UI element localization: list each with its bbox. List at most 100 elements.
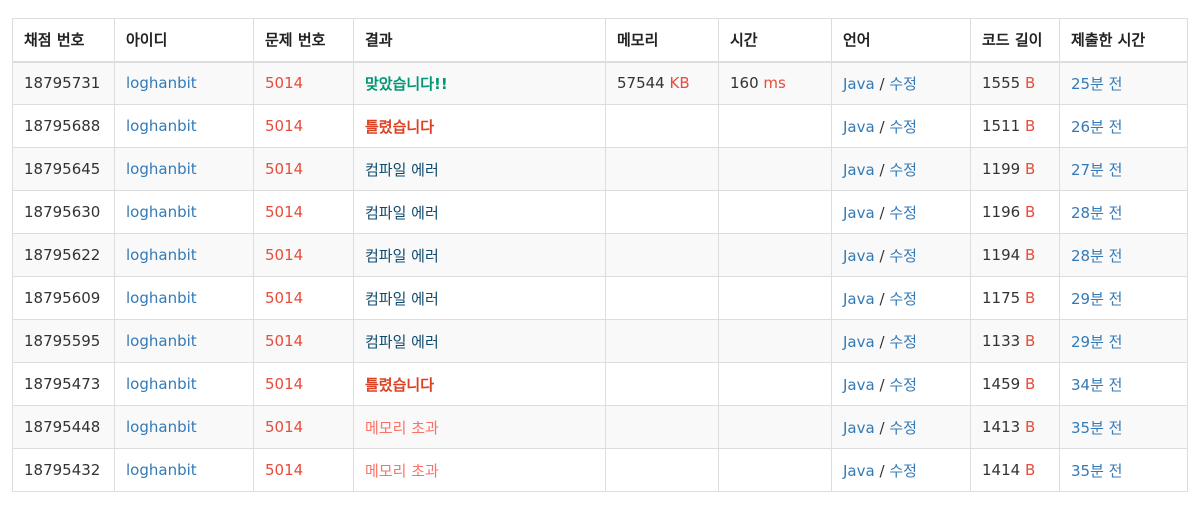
edit-link[interactable]: 수정 bbox=[889, 247, 917, 265]
problem-id-link[interactable]: 5014 bbox=[265, 289, 303, 307]
user-id-link[interactable]: loghanbit bbox=[126, 160, 197, 178]
cell-memory bbox=[605, 319, 719, 363]
user-id-link[interactable]: loghanbit bbox=[126, 246, 197, 264]
edit-link[interactable]: 수정 bbox=[889, 290, 917, 308]
cell-submission-id: 18795688 bbox=[12, 104, 115, 148]
user-id-link[interactable]: loghanbit bbox=[126, 289, 197, 307]
language-separator: / bbox=[879, 74, 885, 93]
cell-submitted-time[interactable]: 35분 전 bbox=[1059, 448, 1188, 492]
language-link[interactable]: Java bbox=[843, 333, 875, 351]
cell-memory bbox=[605, 362, 719, 406]
cell-problem-id[interactable]: 5014 bbox=[253, 319, 354, 363]
cell-user-id[interactable]: loghanbit bbox=[114, 61, 254, 105]
cell-memory bbox=[605, 405, 719, 449]
user-id-link[interactable]: loghanbit bbox=[126, 332, 197, 350]
language-link[interactable]: Java bbox=[843, 161, 875, 179]
cell-submitted-time[interactable]: 29분 전 bbox=[1059, 276, 1188, 320]
problem-id-link[interactable]: 5014 bbox=[265, 117, 303, 135]
language-separator: / bbox=[879, 160, 885, 179]
language-link[interactable]: Java bbox=[843, 75, 875, 93]
submitted-time-link[interactable]: 35분 전 bbox=[1071, 462, 1122, 480]
cell-user-id[interactable]: loghanbit bbox=[114, 147, 254, 191]
cell-submitted-time[interactable]: 29분 전 bbox=[1059, 319, 1188, 363]
cell-problem-id[interactable]: 5014 bbox=[253, 104, 354, 148]
cell-user-id[interactable]: loghanbit bbox=[114, 190, 254, 234]
edit-link[interactable]: 수정 bbox=[889, 333, 917, 351]
result-text: 틀렸습니다 bbox=[365, 117, 435, 136]
cell-user-id[interactable]: loghanbit bbox=[114, 405, 254, 449]
cell-problem-id[interactable]: 5014 bbox=[253, 448, 354, 492]
code-length-unit: B bbox=[1024, 117, 1036, 135]
language-link[interactable]: Java bbox=[843, 118, 875, 136]
language-link[interactable]: Java bbox=[843, 247, 875, 265]
user-id-link[interactable]: loghanbit bbox=[126, 74, 197, 92]
cell-submitted-time[interactable]: 34분 전 bbox=[1059, 362, 1188, 406]
cell-memory bbox=[605, 233, 719, 277]
language-link[interactable]: Java bbox=[843, 204, 875, 222]
edit-link[interactable]: 수정 bbox=[889, 419, 917, 437]
cell-language: Java / 수정 bbox=[831, 362, 971, 406]
problem-id-link[interactable]: 5014 bbox=[265, 246, 303, 264]
edit-link[interactable]: 수정 bbox=[889, 204, 917, 222]
problem-id-link[interactable]: 5014 bbox=[265, 74, 303, 92]
cell-language: Java / 수정 bbox=[831, 233, 971, 277]
cell-user-id[interactable]: loghanbit bbox=[114, 319, 254, 363]
language-link[interactable]: Java bbox=[843, 462, 875, 480]
cell-problem-id[interactable]: 5014 bbox=[253, 233, 354, 277]
cell-user-id[interactable]: loghanbit bbox=[114, 233, 254, 277]
cell-submitted-time[interactable]: 28분 전 bbox=[1059, 190, 1188, 234]
cell-submitted-time[interactable]: 27분 전 bbox=[1059, 147, 1188, 191]
user-id-link[interactable]: loghanbit bbox=[126, 203, 197, 221]
edit-link[interactable]: 수정 bbox=[889, 161, 917, 179]
problem-id-link[interactable]: 5014 bbox=[265, 160, 303, 178]
cell-problem-id[interactable]: 5014 bbox=[253, 61, 354, 105]
language-link[interactable]: Java bbox=[843, 419, 875, 437]
submitted-time-link[interactable]: 28분 전 bbox=[1071, 247, 1122, 265]
submitted-time-link[interactable]: 26분 전 bbox=[1071, 118, 1122, 136]
problem-id-link[interactable]: 5014 bbox=[265, 332, 303, 350]
table-row: 18795731 loghanbit 5014 맞았습니다!! 57544 KB 160 … bbox=[12, 61, 1188, 105]
cell-submitted-time[interactable]: 25분 전 bbox=[1059, 61, 1188, 105]
cell-problem-id[interactable]: 5014 bbox=[253, 362, 354, 406]
cell-language: Java / 수정 bbox=[831, 448, 971, 492]
cell-problem-id[interactable]: 5014 bbox=[253, 147, 354, 191]
cell-submission-id: 18795630 bbox=[12, 190, 115, 234]
problem-id-link[interactable]: 5014 bbox=[265, 418, 303, 436]
submitted-time-link[interactable]: 29분 전 bbox=[1071, 290, 1122, 308]
cell-submitted-time[interactable]: 26분 전 bbox=[1059, 104, 1188, 148]
edit-link[interactable]: 수정 bbox=[889, 376, 917, 394]
cell-code-length: 1414 B bbox=[970, 448, 1060, 492]
edit-link[interactable]: 수정 bbox=[889, 118, 917, 136]
submitted-time-link[interactable]: 28분 전 bbox=[1071, 204, 1122, 222]
edit-link[interactable]: 수정 bbox=[889, 462, 917, 480]
header-result: 결과 bbox=[353, 18, 606, 63]
code-length-unit: B bbox=[1024, 375, 1036, 393]
cell-user-id[interactable]: loghanbit bbox=[114, 362, 254, 406]
user-id-link[interactable]: loghanbit bbox=[126, 375, 197, 393]
cell-user-id[interactable]: loghanbit bbox=[114, 104, 254, 148]
cell-language: Java / 수정 bbox=[831, 190, 971, 234]
submitted-time-link[interactable]: 34분 전 bbox=[1071, 376, 1122, 394]
user-id-link[interactable]: loghanbit bbox=[126, 117, 197, 135]
problem-id-link[interactable]: 5014 bbox=[265, 203, 303, 221]
submitted-time-link[interactable]: 25분 전 bbox=[1071, 75, 1122, 93]
cell-problem-id[interactable]: 5014 bbox=[253, 190, 354, 234]
user-id-link[interactable]: loghanbit bbox=[126, 418, 197, 436]
submitted-time-link[interactable]: 35분 전 bbox=[1071, 419, 1122, 437]
problem-id-link[interactable]: 5014 bbox=[265, 375, 303, 393]
cell-submitted-time[interactable]: 35분 전 bbox=[1059, 405, 1188, 449]
cell-problem-id[interactable]: 5014 bbox=[253, 276, 354, 320]
cell-submitted-time[interactable]: 28분 전 bbox=[1059, 233, 1188, 277]
language-link[interactable]: Java bbox=[843, 290, 875, 308]
user-id-link[interactable]: loghanbit bbox=[126, 461, 197, 479]
table-header: 채점 번호 아이디 문제 번호 결과 메모리 시간 언어 코드 길이 제출한 시간 bbox=[12, 18, 1188, 63]
submitted-time-link[interactable]: 29분 전 bbox=[1071, 333, 1122, 351]
submitted-time-link[interactable]: 27분 전 bbox=[1071, 161, 1122, 179]
language-link[interactable]: Java bbox=[843, 376, 875, 394]
problem-id-link[interactable]: 5014 bbox=[265, 461, 303, 479]
cell-problem-id[interactable]: 5014 bbox=[253, 405, 354, 449]
cell-language: Java / 수정 bbox=[831, 147, 971, 191]
cell-user-id[interactable]: loghanbit bbox=[114, 276, 254, 320]
cell-user-id[interactable]: loghanbit bbox=[114, 448, 254, 492]
edit-link[interactable]: 수정 bbox=[889, 75, 917, 93]
